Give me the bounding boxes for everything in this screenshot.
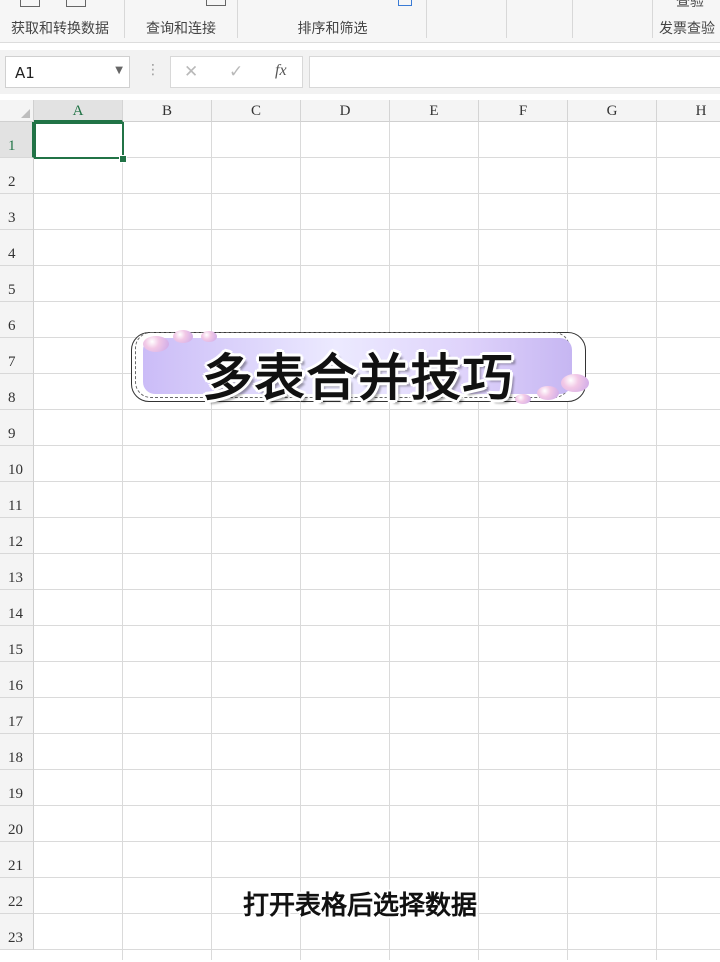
row-header-1[interactable]: 1 xyxy=(0,122,34,158)
name-box[interactable]: A1 ▼ xyxy=(5,56,130,88)
grid-row-line xyxy=(34,841,720,842)
row-header-19[interactable]: 19 xyxy=(0,770,34,806)
ribbon-separator xyxy=(426,0,427,38)
grid-column-line xyxy=(567,122,568,960)
grid-row-line xyxy=(34,301,720,302)
grid-row-line xyxy=(34,661,720,662)
formula-input[interactable] xyxy=(309,56,720,88)
grid-row-line xyxy=(34,589,720,590)
enter-icon[interactable]: ✓ xyxy=(229,62,243,82)
column-header-g[interactable]: G xyxy=(568,100,657,122)
ribbon-separator xyxy=(652,0,653,38)
row-header-12[interactable]: 12 xyxy=(0,518,34,554)
ribbon-separator xyxy=(237,0,238,38)
ribbon-group-sort-filter: 排序和筛选 xyxy=(240,0,425,42)
row-header-17[interactable]: 17 xyxy=(0,698,34,734)
invoice-check-button-label[interactable]: 查验 xyxy=(676,0,704,11)
grid-row-line xyxy=(34,733,720,734)
row-header-3[interactable]: 3 xyxy=(0,194,34,230)
row-header-13[interactable]: 13 xyxy=(0,554,34,590)
name-box-value: A1 xyxy=(15,64,35,82)
grid-row-line xyxy=(34,553,720,554)
column-header-b[interactable]: B xyxy=(123,100,212,122)
grid-row-line xyxy=(34,697,720,698)
caption-text: 打开表格后选择数据 xyxy=(242,891,477,921)
ribbon-separator xyxy=(124,0,125,38)
column-header-h[interactable]: H xyxy=(657,100,720,122)
row-header-21[interactable]: 21 xyxy=(0,842,34,878)
grid-row-line xyxy=(34,481,720,482)
grid-row-line xyxy=(34,193,720,194)
grid-column-line xyxy=(389,122,390,960)
insert-function-icon[interactable]: fx xyxy=(275,62,287,80)
row-header-2[interactable]: 2 xyxy=(0,158,34,194)
fill-handle[interactable] xyxy=(119,155,127,163)
grid-row-line xyxy=(34,229,720,230)
row-header-6[interactable]: 6 xyxy=(0,302,34,338)
ribbon-separator xyxy=(572,0,573,38)
chevron-down-icon[interactable]: ▼ xyxy=(115,65,123,76)
ribbon-group-label: 发票查验 xyxy=(659,21,715,37)
grid-row-line xyxy=(34,805,720,806)
row-header-7[interactable]: 7 xyxy=(0,338,34,374)
grid-column-line xyxy=(300,122,301,960)
grid-column-line xyxy=(656,122,657,960)
row-header-9[interactable]: 9 xyxy=(0,410,34,446)
grid-row-line xyxy=(34,625,720,626)
ribbon-separator xyxy=(506,0,507,38)
formula-buttons: ✕ ✓ fx xyxy=(170,56,303,88)
column-header-a[interactable]: A xyxy=(34,100,123,122)
row-header-5[interactable]: 5 xyxy=(0,266,34,302)
row-header-11[interactable]: 11 xyxy=(0,482,34,518)
row-header-4[interactable]: 4 xyxy=(0,230,34,266)
ribbon-group-get-transform: 获取和转换数据 xyxy=(0,0,120,42)
active-cell[interactable] xyxy=(34,122,124,159)
column-header-c[interactable]: C xyxy=(212,100,301,122)
row-header-14[interactable]: 14 xyxy=(0,590,34,626)
select-all-corner[interactable] xyxy=(0,100,34,122)
ribbon-group-label: 排序和筛选 xyxy=(297,21,368,37)
row-header-16[interactable]: 16 xyxy=(0,662,34,698)
grid-row-line xyxy=(34,877,720,878)
grid-column-line xyxy=(122,122,123,960)
grid-row-line xyxy=(34,949,720,950)
row-header-15[interactable]: 15 xyxy=(0,626,34,662)
grid-row-line xyxy=(34,445,720,446)
cancel-icon[interactable]: ✕ xyxy=(184,62,198,82)
column-header-d[interactable]: D xyxy=(301,100,390,122)
ribbon: 获取和转换数据 查询和连接 排序和筛选 发票查验 查验 xyxy=(0,0,720,43)
grid-column-line xyxy=(211,122,212,960)
row-header-10[interactable]: 10 xyxy=(0,446,34,482)
spreadsheet-grid[interactable]: ABCDEFGH 1 2 3 4 5 6 7 8 9 10 11 12 13 14 15 16 17 18 19 20… xyxy=(0,100,720,960)
ribbon-group-queries: 查询和连接 xyxy=(128,0,234,42)
column-header-f[interactable]: F xyxy=(479,100,568,122)
drag-handle-icon[interactable]: ⋮ xyxy=(146,62,160,78)
grid-row-line xyxy=(34,769,720,770)
ribbon-group-label: 查询和连接 xyxy=(146,21,216,37)
grid-row-line xyxy=(34,265,720,266)
row-header-20[interactable]: 20 xyxy=(0,806,34,842)
title-text: 多表合并技巧 xyxy=(202,349,515,407)
grid-row-line xyxy=(34,517,720,518)
column-header-e[interactable]: E xyxy=(390,100,479,122)
grid-row-line xyxy=(34,157,720,158)
title-banner: 多表合并技巧 xyxy=(131,330,589,407)
formula-bar: A1 ▼ ⋮ ✕ ✓ fx xyxy=(0,50,720,94)
ribbon-group-label: 获取和转换数据 xyxy=(11,21,109,37)
grid-column-line xyxy=(478,122,479,960)
row-header-8[interactable]: 8 xyxy=(0,374,34,410)
row-header-18[interactable]: 18 xyxy=(0,734,34,770)
